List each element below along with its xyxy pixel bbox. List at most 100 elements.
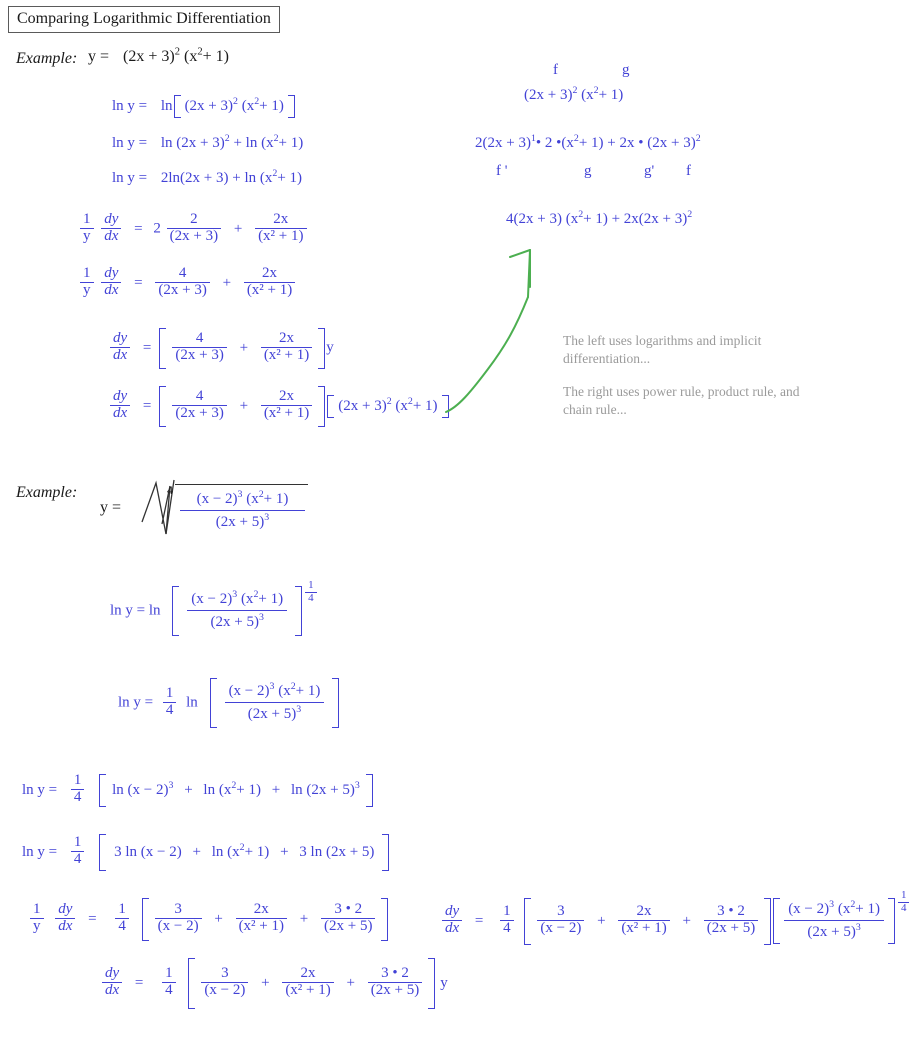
den-exp: 3 [258,612,264,623]
frac-3-over-xm2: 3 (x − 2) [154,901,202,935]
ex2-s3-quarter: 1 4 [70,772,85,806]
step1-lhs: ln y = [112,97,148,114]
num-b-tail: + 1) [258,591,284,607]
rc-base2: (x [581,87,594,103]
frac-num: 2x [273,211,289,227]
ex2-s3-a-exp: 3 [168,780,174,791]
frac-6-over-2x5: 3 • 2 (2x + 5) [367,965,423,999]
step2-tail: + 1) [278,135,304,151]
frac-num: dy [104,211,119,227]
frac-quarter: 1 4 [115,901,129,935]
den: (2x + 5) [247,706,297,722]
frac-den: 4 [162,981,176,999]
frac-2x-over-x2p1: 2x (x² + 1) [282,965,334,999]
example2-step4: ln y = 1 4 3 ln (x − 2) + ln (x2+ 1) + 3… [22,834,390,871]
bracket-ex2-final-b: 3 (x − 2) + 2x (x² + 1) + 3 • 2 (2x + 5) [188,958,435,1009]
frac-num: 2 [190,211,198,227]
num-b-tail: + 1) [295,683,321,699]
ex2-s3-c: ln (2x + 5) [290,782,355,798]
equals-sign: = [142,397,152,414]
frac-num: 4 [195,330,204,346]
frac-den: dx [55,917,76,935]
ex2-fr-den: (2x + 5)3 [784,920,884,940]
example1-equation: y = (2x + 3)2 (x2+ 1) [88,46,229,65]
bracket-ex2-step3: ln (x − 2)3 + ln (x2+ 1) + ln (2x + 5)3 [99,774,373,807]
deriv4-base1: (2x + 3) [338,397,387,414]
frac-3-over-xm2: 3 (x − 2) [201,965,249,999]
frac-4-over-2x3: 4 (2x + 3) [172,330,227,364]
frac-den: y [80,227,94,245]
num-a: (x − 2) [788,901,830,918]
ex2-s3-c-exp: 3 [354,780,360,791]
frac-num: 1 [118,901,126,917]
frac-num: 1 [165,684,174,701]
rc-mid2: + 1) + 2x • (2x + 3) [578,135,696,151]
num-b: (x [240,591,254,607]
frac-quarter: 1 4 [162,965,176,999]
example2-radicand: (x − 2)3 (x2+ 1) (2x + 5)3 [180,490,305,530]
frac-num: 2x [279,388,295,404]
den-exp: 3 [296,704,302,715]
note-right-method: The right uses power rule, product rule,… [563,384,800,418]
bracket-ex2-final-right-a: 3 (x − 2) + 2x (x² + 1) + 3 • 2 (2x + 5) [524,898,771,945]
rc-base1: (2x + 3) [524,87,573,103]
example1-deriv2: 1 y dy dx = 4 (2x + 3) + 2x (x² + 1) [78,265,297,300]
frac-2x-over-x2p1: 2x (x² + 1) [260,330,313,364]
example2-label: Example: [16,484,78,501]
rightcol-label-gprime: g' [644,163,655,179]
frac-den: 4 [115,917,129,935]
example1-deriv3: dy dx = 4 (2x + 3) + 2x (x² + 1) y [108,328,334,369]
frac-den: dx [442,919,463,937]
example1-exp1: 2 [174,46,180,58]
frac-num: 3 • 2 [717,903,745,919]
ex2-fr-num: (x − 2)3 (x2+ 1) [784,899,884,920]
frac-den: (x − 2) [201,981,249,999]
frac-den: (x² + 1) [243,281,296,299]
ex2-s2-den: (2x + 5)3 [224,702,325,722]
frac-num: dy [104,265,119,281]
multiplier-y: y [326,339,334,356]
frac-den: 4 [162,701,177,719]
num-a: (x − 2) [191,591,233,607]
num-a-exp: 3 [829,899,835,911]
plus-sign: + [261,974,270,991]
ex2-final-exponent: 1 4 [897,889,910,914]
frac-num: 1 [73,772,82,789]
ex2-s4-quarter: 1 4 [70,834,85,868]
frac-den: (x² + 1) [255,227,307,245]
frac-den: (x² + 1) [618,919,670,937]
page-title: Comparing Logarithmic Differentiation [8,6,280,33]
den: (2x + 5) [215,514,265,530]
frac-den: (x² + 1) [260,346,313,364]
radicand-numerator: (x − 2)3 (x2+ 1) [180,490,305,510]
step1-ln: ln [160,97,173,114]
frac-2x-over-x2p1: 2x (x² + 1) [255,211,307,245]
frac-den: (2x + 3) [172,404,227,422]
step3-termb: + ln (x [232,170,273,186]
frac-den: (x − 2) [537,919,585,937]
step2-terma: ln (2x + 3) [160,135,225,151]
frac-den: (2x + 5) [367,981,423,999]
frac-num: 1 [308,579,314,591]
step1-tail2: + 1) [259,98,284,114]
frac-num: dy [113,330,128,346]
example2-step1: ln y = ln (x − 2)3 (x2+ 1) (2x + 5)3 1 4 [110,579,319,636]
bracket-ex2-step2: (x − 2)3 (x2+ 1) (2x + 5)3 [209,678,340,728]
radical-index: 4 [167,483,173,497]
plus-sign: + [682,912,691,929]
frac-2x-over-x2p1: 2x (x² + 1) [260,388,313,422]
num-b: (x [837,901,851,918]
ex2-s4-lhs: ln y = [22,843,58,860]
frac-4-over-2x3: 4 (2x + 3) [155,265,210,299]
rc-mid: • 2 •(x [535,135,574,151]
frac-2-over-2x3: 2 (2x + 3) [166,211,222,245]
num-a-exp: 3 [232,589,238,600]
coefficient-2: 2 [153,220,161,237]
frac-6-over-2x5: 3 • 2 (2x + 5) [320,901,376,935]
example2-final-b: dy dx = 1 4 3 (x − 2) + 2x (x² + 1) + 3 … [100,958,448,1009]
frac-num: 4 [195,388,204,404]
frac-num: 1 [503,903,511,919]
rightcol-label-g: g [622,62,630,78]
frac-dy-dx: dy dx [55,901,76,935]
frac-6-over-2x5: 3 • 2 (2x + 5) [703,903,759,937]
